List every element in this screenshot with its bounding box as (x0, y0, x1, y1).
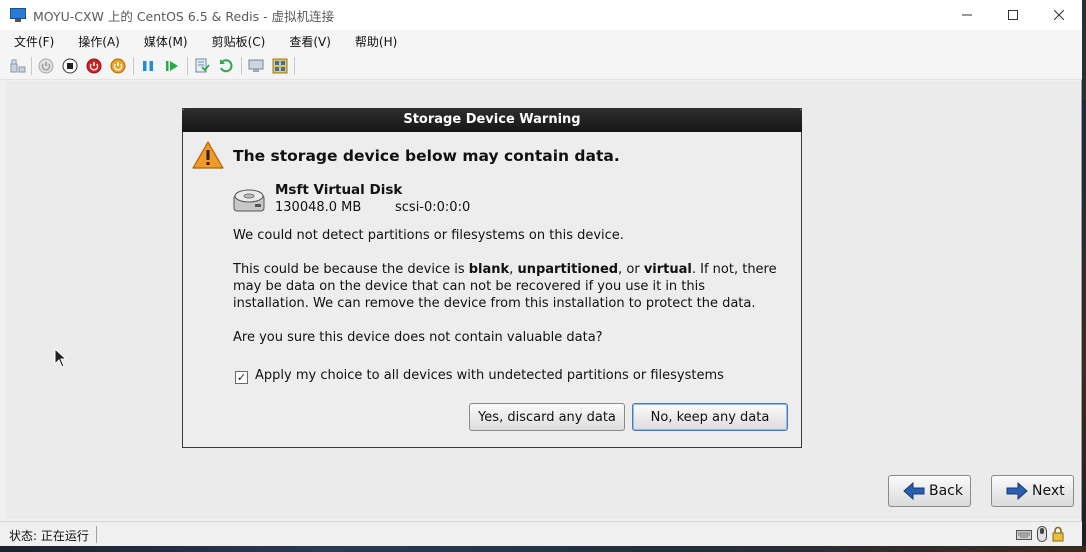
confirm-question: Are you sure this device does not contai… (233, 330, 603, 345)
pause-icon[interactable] (140, 58, 156, 74)
discard-data-button[interactable]: Yes, discard any data (469, 403, 625, 431)
next-button[interactable]: Next (991, 475, 1074, 507)
minimize-icon (962, 14, 972, 16)
dialog-title: Storage Device Warning (182, 108, 802, 132)
maximize-button[interactable] (990, 0, 1036, 30)
reason-text: This could be because the device is (233, 262, 469, 277)
toolbar (0, 52, 1082, 80)
apply-to-all-label[interactable]: Apply my choice to all devices with unde… (255, 368, 724, 383)
disk-id: scsi-0:0:0:0 (395, 200, 471, 215)
close-icon (1054, 10, 1064, 20)
mouse-cursor-icon (54, 348, 66, 368)
back-button[interactable]: Back (888, 475, 971, 507)
lock-icon (1052, 526, 1064, 542)
menu-help[interactable]: 帮助(H) (353, 33, 399, 50)
menu-view[interactable]: 查看(V) (287, 33, 333, 50)
ctrl-alt-del-icon[interactable] (10, 58, 26, 74)
toolbar-separator (241, 57, 242, 75)
reason-text: may be data on the device that can not b… (233, 279, 706, 294)
window-title: MOYU-CXW 上的 CentOS 6.5 & Redis - 虚拟机连接 (33, 8, 335, 24)
resume-icon[interactable] (164, 58, 180, 74)
reason-text: . If not, there (691, 262, 777, 277)
reason-unpartitioned: unpartitioned (517, 262, 619, 277)
desktop-background (0, 546, 1086, 552)
apply-to-all-checkbox[interactable]: ✓ (235, 371, 248, 384)
dialog-heading: The storage device below may contain dat… (233, 147, 620, 165)
save-icon[interactable] (110, 58, 126, 74)
maximize-icon (1008, 10, 1018, 20)
back-arrow-icon (903, 482, 925, 500)
mouse-icon (1037, 526, 1047, 542)
menu-clipboard[interactable]: 剪贴板(C) (210, 33, 268, 50)
reason-separator: , or (618, 262, 644, 277)
warning-icon (192, 141, 224, 169)
reason-blank: blank (468, 262, 510, 277)
share-icon[interactable] (272, 58, 288, 74)
status-text: 状态: 正在运行 (9, 529, 89, 543)
storage-warning-dialog: Storage Device Warning The storage devic… (182, 108, 802, 448)
reason-virtual: virtual (643, 262, 692, 277)
title-bar[interactable]: MOYU-CXW 上的 CentOS 6.5 & Redis - 虚拟机连接 (0, 0, 1082, 30)
keep-data-button[interactable]: No, keep any data (632, 403, 788, 431)
turn-off-icon[interactable] (62, 58, 78, 74)
menu-action[interactable]: 操作(A) (76, 33, 122, 50)
vm-connection-icon (10, 8, 26, 22)
toolbar-separator (294, 57, 295, 75)
toolbar-separator (187, 57, 188, 75)
menu-media[interactable]: 媒体(M) (142, 33, 190, 50)
reason-message: This could be because the device is blan… (233, 261, 777, 312)
hard-disk-icon (233, 189, 265, 212)
reason-text: installation. We can remove the device f… (233, 296, 756, 311)
disk-size: 130048.0 MB (275, 200, 362, 215)
disk-name: Msft Virtual Disk (275, 182, 403, 198)
toolbar-separator (133, 57, 134, 75)
keyboard-icon (1016, 530, 1032, 540)
next-arrow-icon (1006, 482, 1028, 500)
back-label: Back (929, 483, 963, 499)
menu-bar: 文件(F) 操作(A) 媒体(M) 剪贴板(C) 查看(V) 帮助(H) (0, 30, 1082, 52)
status-separator (96, 526, 97, 543)
minimize-button[interactable] (944, 0, 990, 30)
toolbar-separator (31, 57, 32, 75)
checkpoint-icon[interactable] (194, 58, 210, 74)
shut-down-icon[interactable] (86, 58, 102, 74)
menu-file[interactable]: 文件(F) (12, 33, 56, 50)
revert-icon[interactable] (218, 58, 234, 74)
enhanced-session-icon[interactable] (248, 58, 264, 74)
status-bar: 状态: 正在运行 (0, 521, 1082, 547)
no-partitions-message: We could not detect partitions or filesy… (233, 228, 624, 243)
desktop-background (1082, 100, 1086, 552)
vm-connection-window: MOYU-CXW 上的 CentOS 6.5 & Redis - 虚拟机连接 文… (0, 0, 1082, 548)
close-button[interactable] (1036, 0, 1082, 30)
start-icon[interactable] (38, 58, 54, 74)
next-label: Next (1032, 483, 1065, 499)
